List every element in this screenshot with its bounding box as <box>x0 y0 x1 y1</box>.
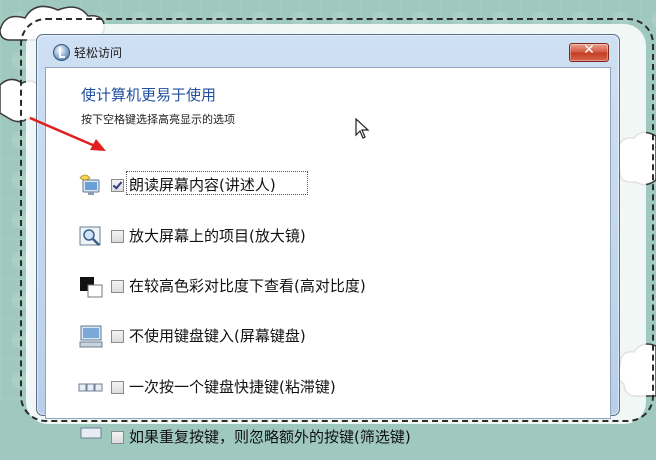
option-sticky-keys[interactable]: 一次按一个键盘快捷键(粘滞键) <box>46 374 606 410</box>
option-narrator[interactable]: 朗读屏幕内容(讲述人) <box>46 171 606 208</box>
option-label: 不使用键盘键入(屏幕键盘) <box>129 327 306 345</box>
high-contrast-checkbox[interactable] <box>111 280 124 293</box>
sticky-keys-checkbox[interactable] <box>111 381 124 394</box>
ease-of-access-icon <box>53 44 70 61</box>
instruction-text: 按下空格键选择高亮显示的选项 <box>81 113 235 126</box>
filter-keys-icon <box>80 427 102 439</box>
magnifier-checkbox[interactable] <box>111 230 124 243</box>
mouse-cursor-icon <box>355 118 370 139</box>
option-label: 在较高色彩对比度下查看(高对比度) <box>129 277 366 295</box>
page-heading: 使计算机更易于使用 <box>81 86 217 104</box>
narrator-icon <box>79 174 100 195</box>
option-label: 一次按一个键盘快捷键(粘滞键) <box>129 378 336 396</box>
high-contrast-icon <box>80 277 103 298</box>
option-on-screen-keyboard[interactable]: 不使用键盘键入(屏幕键盘) <box>46 323 606 359</box>
option-magnifier[interactable]: 放大屏幕上的项目(放大镜) <box>46 223 606 259</box>
option-label: 如果重复按键，则忽略额外的按键(筛选键) <box>129 428 411 446</box>
narrator-checkbox[interactable] <box>111 179 124 192</box>
window-content: 使计算机更易于使用 按下空格键选择高亮显示的选项 朗读屏幕内容(讲述人) 放大屏… <box>45 67 611 446</box>
close-icon: ✕ <box>583 42 595 58</box>
filter-keys-checkbox[interactable] <box>111 431 124 444</box>
option-label: 放大屏幕上的项目(放大镜) <box>129 227 306 245</box>
close-button[interactable]: ✕ <box>569 42 609 62</box>
option-label: 朗读屏幕内容(讲述人) <box>129 176 276 194</box>
on-screen-keyboard-checkbox[interactable] <box>111 330 124 343</box>
ease-of-access-window: 轻松访问 ✕ 使计算机更易于使用 按下空格键选择高亮显示的选项 朗读屏幕内容(讲… <box>36 34 620 446</box>
option-filter-keys[interactable]: 如果重复按键，则忽略额外的按键(筛选键) <box>46 424 606 460</box>
window-title: 轻松访问 <box>74 46 123 60</box>
magnifier-icon <box>79 226 101 246</box>
window-titlebar[interactable]: 轻松访问 ✕ <box>37 35 619 65</box>
option-high-contrast[interactable]: 在较高色彩对比度下查看(高对比度) <box>46 273 606 309</box>
sticky-keys-icon <box>78 383 103 392</box>
on-screen-keyboard-icon <box>79 325 103 348</box>
